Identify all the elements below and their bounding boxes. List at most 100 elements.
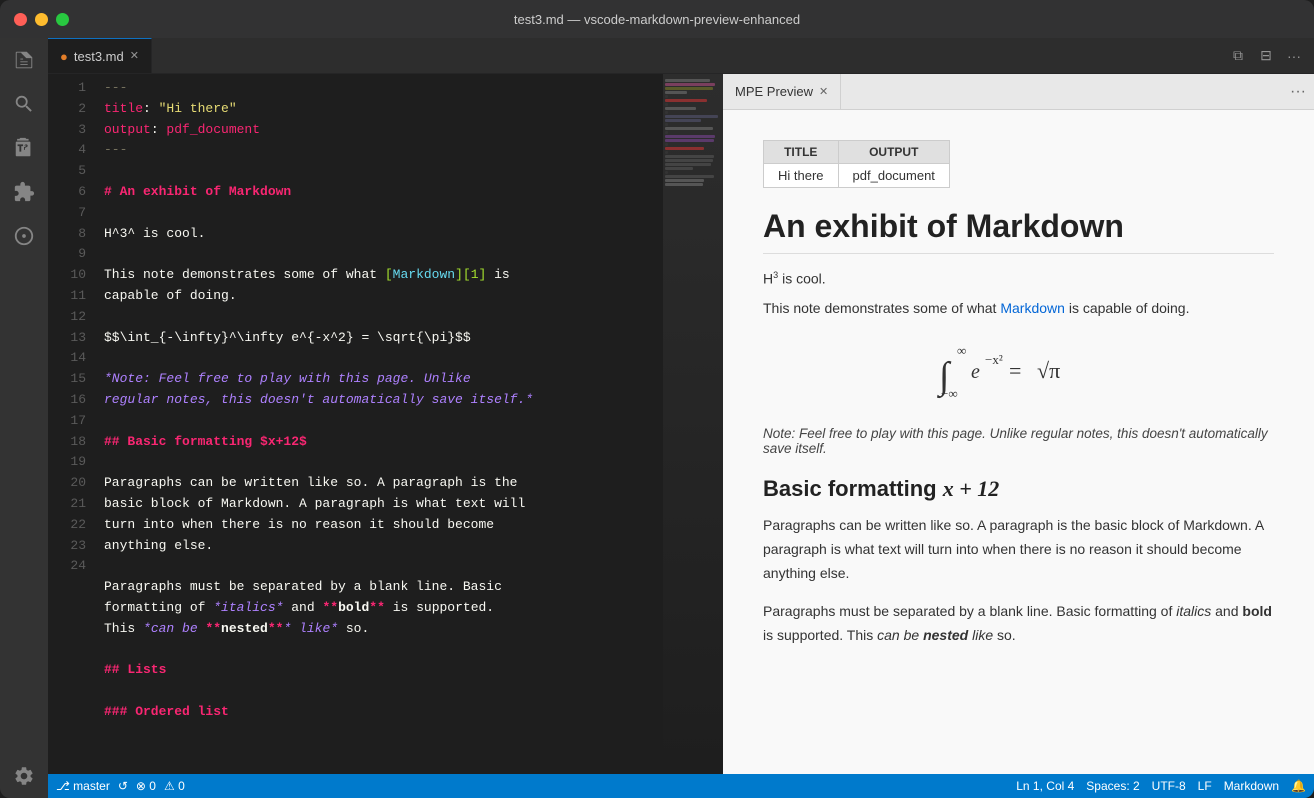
status-left: ⎇ master ↺ ⊗ 0 ⚠ 0 (56, 779, 185, 793)
source-control-icon[interactable] (10, 134, 38, 162)
minimap-line (665, 167, 693, 170)
preview-para1: This note demonstrates some of what Mark… (763, 297, 1274, 321)
preview-para3-so: so. (993, 627, 1016, 643)
preview-para1-end: is capable of doing. (1065, 300, 1190, 316)
preview-tab-close[interactable]: ✕ (819, 85, 828, 98)
yaml-header-title: TITLE (764, 141, 839, 164)
preview-note: Note: Feel free to play with this page. … (763, 426, 1274, 456)
code-line-18d: anything else. (104, 536, 663, 557)
minimap-line (665, 79, 710, 82)
code-content: 1 2 3 4 5 6 7 8 9 10 11 12 13 (48, 74, 723, 774)
minimap-line (665, 151, 668, 154)
preview-tab-mpe[interactable]: MPE Preview ✕ (723, 74, 841, 109)
line-num-16: 16 (48, 390, 86, 411)
line-num-14: 14 (48, 348, 86, 369)
code-line-2: title: "Hi there" (104, 99, 663, 120)
code-line-3: output: pdf_document (104, 120, 663, 141)
preview-para3-and: and (1211, 603, 1242, 619)
code-line-18b: basic block of Markdown. A paragraph is … (104, 494, 663, 515)
minimize-button[interactable] (35, 13, 48, 26)
code-lines[interactable]: --- title: "Hi there" output: pdf_docume… (96, 74, 663, 774)
status-spaces[interactable]: Spaces: 2 (1086, 779, 1139, 793)
minimap-line (665, 183, 703, 186)
preview-more-actions[interactable]: ··· (1282, 83, 1314, 101)
preview-para3-bold: bold (1242, 603, 1272, 619)
preview-h2-text: Basic formatting (763, 476, 943, 501)
svg-text:e: e (971, 361, 980, 383)
preview-para1-text: This note demonstrates some of what (763, 300, 1000, 316)
line-num-19: 19 (48, 452, 86, 473)
maximize-button[interactable] (56, 13, 69, 26)
code-line-4: --- (104, 140, 663, 161)
code-line-6: # An exhibit of Markdown (104, 182, 663, 203)
close-button[interactable] (14, 13, 27, 26)
editor-tab-label: test3.md (74, 49, 124, 64)
line-num-18: 18 (48, 432, 86, 453)
code-line-21 (104, 640, 663, 661)
remote-icon[interactable] (10, 222, 38, 250)
line-num-17: 17 (48, 411, 86, 432)
preview-para3-italics: italics (1176, 603, 1211, 619)
editor-tab-icon: ● (60, 49, 68, 64)
preview-markdown-link[interactable]: Markdown (1000, 300, 1065, 316)
line-num-1: 1 (48, 78, 86, 99)
code-line-23 (104, 681, 663, 702)
yaml-frontmatter-table: TITLE OUTPUT Hi there pdf_document (763, 140, 950, 188)
status-branch[interactable]: ⎇ master (56, 779, 110, 793)
minimap-line (665, 147, 704, 150)
code-line-18: Paragraphs can be written like so. A par… (104, 473, 663, 494)
minimap-content (663, 74, 723, 774)
minimap-line (665, 175, 714, 178)
preview-h3-cool: H3 is cool. (763, 270, 1274, 287)
code-line-18c: turn into when there is no reason it sho… (104, 515, 663, 536)
status-line-ending[interactable]: LF (1198, 779, 1212, 793)
status-encoding[interactable]: UTF-8 (1152, 779, 1186, 793)
minimap-line (665, 163, 711, 166)
tab-actions: ⧉ ⊟ ··· (1218, 38, 1314, 73)
settings-icon[interactable] (10, 762, 38, 790)
svg-text:−x²: −x² (985, 352, 1003, 367)
code-line-20b: formatting of *italics* and **bold** is … (104, 598, 663, 619)
more-actions-btn[interactable]: ··· (1282, 44, 1306, 68)
line-num-12: 12 (48, 307, 86, 328)
minimap-line (665, 159, 713, 162)
status-warnings[interactable]: ⚠ 0 (164, 779, 185, 793)
editor-tab-close[interactable]: ✕ (130, 51, 139, 62)
code-line-20c: This *can be **nested*** like* so. (104, 619, 663, 640)
yaml-row-output: pdf_document (838, 164, 949, 188)
status-errors[interactable]: ⊗ 0 (136, 779, 156, 793)
explorer-icon[interactable] (10, 46, 38, 74)
preview-para3: Paragraphs must be separated by a blank … (763, 600, 1274, 648)
code-line-22: ## Lists (104, 660, 663, 681)
preview-content[interactable]: TITLE OUTPUT Hi there pdf_document (723, 110, 1314, 774)
toggle-layout-btn[interactable]: ⊟ (1254, 44, 1278, 68)
status-bar: ⎇ master ↺ ⊗ 0 ⚠ 0 Ln 1, Col 4 Spaces: 2… (48, 774, 1314, 798)
code-line-14: *Note: Feel free to play with this page.… (104, 369, 663, 390)
minimap-line (665, 127, 713, 130)
minimap (663, 74, 723, 774)
search-icon[interactable] (10, 90, 38, 118)
main-container: ● test3.md ✕ ⧉ ⊟ ··· 1 2 (0, 38, 1314, 798)
extensions-icon[interactable] (10, 178, 38, 206)
status-sync[interactable]: ↺ (118, 779, 128, 793)
line-num-11: 11 (48, 286, 86, 307)
status-position[interactable]: Ln 1, Col 4 (1016, 779, 1074, 793)
status-language[interactable]: Markdown (1224, 779, 1279, 793)
code-editor[interactable]: 1 2 3 4 5 6 7 8 9 10 11 12 13 (48, 74, 723, 774)
line-num-5: 5 (48, 161, 86, 182)
split-editor-btn[interactable]: ⧉ (1226, 44, 1250, 68)
editor-tab-test3[interactable]: ● test3.md ✕ (48, 38, 152, 73)
line-num-3: 3 (48, 120, 86, 141)
activity-bar (0, 38, 48, 798)
preview-para2: Paragraphs can be written like so. A par… (763, 514, 1274, 585)
line-num-20: 20 (48, 473, 86, 494)
minimap-line (665, 179, 704, 182)
status-notification-icon[interactable]: 🔔 (1291, 779, 1306, 793)
status-right: Ln 1, Col 4 Spaces: 2 UTF-8 LF Markdown … (1016, 779, 1306, 793)
window-controls (14, 13, 69, 26)
minimap-line (665, 115, 718, 118)
preview-h2-math: x + 12 (943, 476, 1000, 501)
minimap-line (665, 91, 687, 94)
code-line-13 (104, 348, 663, 369)
line-numbers: 1 2 3 4 5 6 7 8 9 10 11 12 13 (48, 74, 96, 774)
